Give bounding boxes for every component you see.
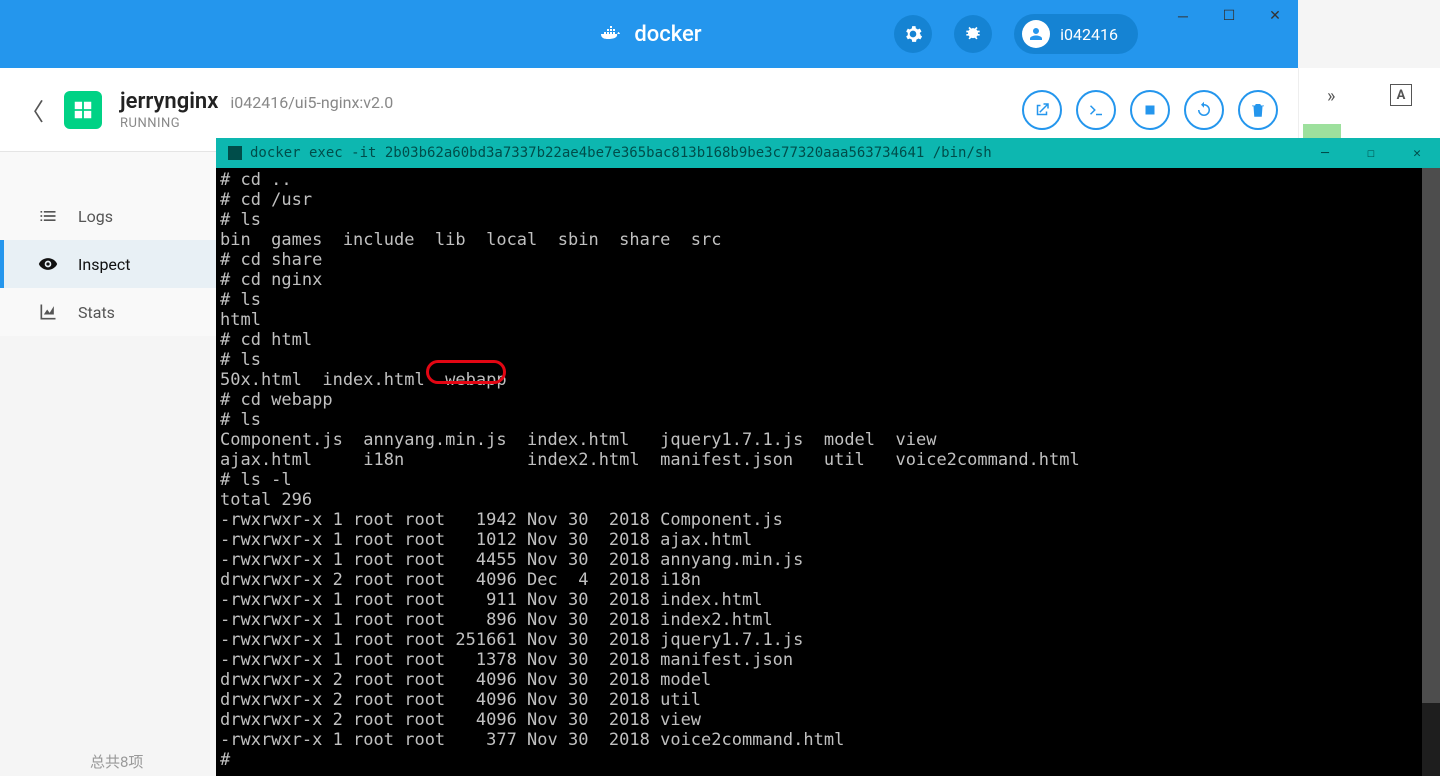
app-header: docker i042416 ─ ☐ ✕ (0, 0, 1298, 68)
sidebar-item-label: Inspect (78, 255, 131, 274)
docker-whale-icon (596, 22, 628, 46)
terminal-scrollbar-thumb[interactable] (1422, 168, 1440, 703)
terminal-maximize-button[interactable]: ☐ (1348, 138, 1394, 168)
terminal-minimize-button[interactable]: ─ (1302, 138, 1348, 168)
restart-button[interactable] (1184, 90, 1224, 130)
settings-button[interactable] (894, 15, 932, 53)
terminal-title: docker exec -it 2b03b62a60bd3a7337b22ae4… (250, 145, 992, 161)
chart-icon (38, 302, 58, 322)
delete-button[interactable] (1238, 90, 1278, 130)
sidebar-item-label: Stats (78, 303, 115, 322)
container-icon (64, 91, 102, 129)
bug-icon (963, 24, 983, 44)
sidebar-item-stats[interactable]: Stats (0, 288, 216, 336)
back-button[interactable]: 〈 (20, 92, 44, 127)
docker-logo: docker (596, 22, 701, 47)
cli-button[interactable] (1076, 90, 1116, 130)
sidebar: Logs Inspect Stats (0, 152, 216, 336)
terminal-window: docker exec -it 2b03b62a60bd3a7337b22ae4… (216, 138, 1440, 776)
bug-button[interactable] (954, 15, 992, 53)
terminal-close-button[interactable]: ✕ (1394, 138, 1440, 168)
gear-icon (903, 24, 923, 44)
window-maximize-button[interactable]: ☐ (1206, 0, 1252, 32)
container-image: i042416/ui5-nginx:v2.0 (230, 93, 393, 112)
terminal-body[interactable]: # cd .. # cd /usr # ls bin games include… (216, 168, 1440, 776)
bottom-status-text: 总共8项 (90, 751, 143, 772)
terminal-app-icon (228, 146, 242, 160)
container-status: RUNNING (120, 116, 393, 131)
window-minimize-button[interactable]: ─ (1160, 0, 1206, 32)
terminal-titlebar[interactable]: docker exec -it 2b03b62a60bd3a7337b22ae4… (216, 138, 1440, 168)
sidebar-item-logs[interactable]: Logs (0, 192, 216, 240)
terminal-scrollbar[interactable] (1422, 168, 1440, 776)
window-close-button[interactable]: ✕ (1252, 0, 1298, 32)
brand-text: docker (634, 22, 701, 47)
ime-icon[interactable]: A (1390, 84, 1412, 106)
container-name: jerrynginx (120, 89, 218, 114)
eye-icon (38, 254, 58, 274)
terminal-output: # cd .. # cd /usr # ls bin games include… (220, 170, 1080, 770)
sidebar-item-inspect[interactable]: Inspect (0, 240, 216, 288)
list-icon (38, 206, 58, 226)
user-menu[interactable]: i042416 (1014, 14, 1138, 54)
open-browser-button[interactable] (1022, 90, 1062, 130)
avatar-icon (1022, 20, 1050, 48)
sidebar-item-label: Logs (78, 207, 113, 226)
expand-panel-button[interactable]: » (1327, 86, 1335, 107)
stop-button[interactable] (1130, 90, 1170, 130)
user-id-label: i042416 (1060, 25, 1118, 44)
